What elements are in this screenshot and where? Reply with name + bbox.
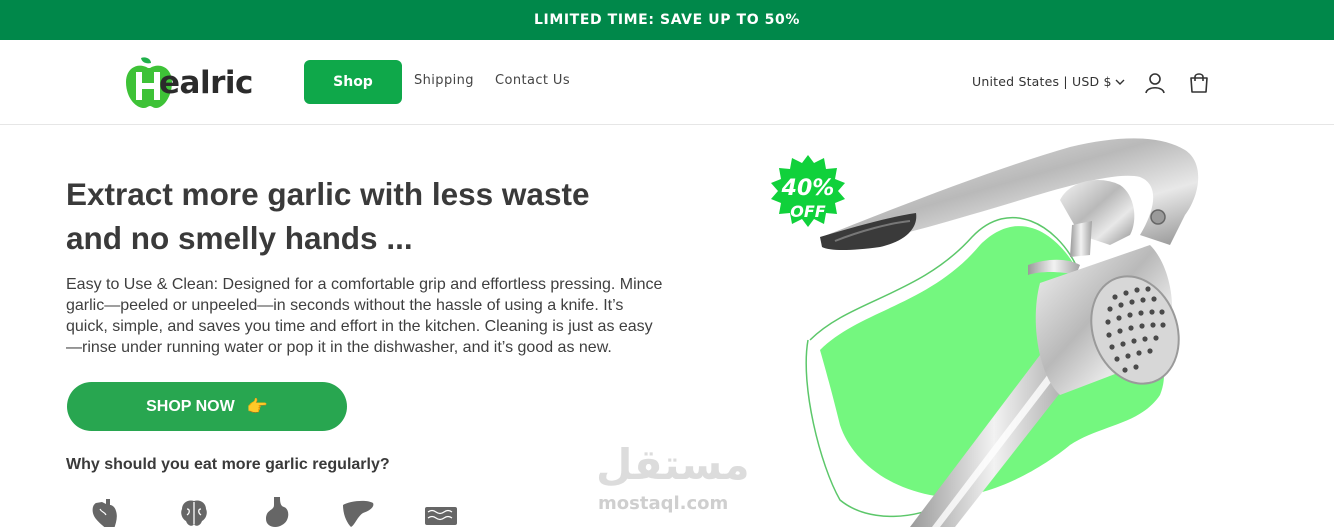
shop-now-label: SHOP NOW xyxy=(146,397,235,415)
account-icon[interactable] xyxy=(1143,71,1167,95)
site-header: ealric Shop Shipping Contact Us United S… xyxy=(0,40,1334,125)
watermark-arabic: مستقل xyxy=(596,440,750,489)
liver-icon xyxy=(343,500,374,527)
watermark-latin: mostaql.com xyxy=(598,493,729,514)
garlic-press-product-image: 40% OFF xyxy=(771,138,1199,527)
locale-selector[interactable]: United States | USD $ xyxy=(972,74,1112,89)
nav-shipping-link[interactable]: Shipping xyxy=(414,73,474,88)
hero-description: Easy to Use & Clean: Designed for a comf… xyxy=(66,276,663,356)
chevron-down-icon[interactable] xyxy=(1114,77,1126,87)
logo-text: ealric xyxy=(159,65,253,101)
discount-badge: 40% OFF xyxy=(771,155,845,227)
nav-contact-link[interactable]: Contact Us xyxy=(495,73,570,88)
stomach-icon xyxy=(266,497,289,527)
intestine-icon xyxy=(425,507,457,525)
headline-line-2: and no smelly hands ... xyxy=(66,220,413,256)
brain-icon xyxy=(181,500,207,526)
badge-percent: 40% xyxy=(781,176,835,201)
logo[interactable]: ealric xyxy=(124,54,269,110)
heart-icon xyxy=(92,499,117,527)
benefits-title: Why should you eat more garlic regularly… xyxy=(66,456,390,473)
nav-shop-button[interactable]: Shop xyxy=(304,60,402,104)
shop-now-button[interactable]: SHOP NOW 👉 xyxy=(67,382,347,431)
cart-icon[interactable] xyxy=(1187,71,1211,95)
announcement-bar: LIMITED TIME: SAVE UP TO 50% xyxy=(0,0,1334,40)
hero-headline: Extract more garlic with less waste and … xyxy=(66,172,666,260)
announcement-text: LIMITED TIME: SAVE UP TO 50% xyxy=(534,12,800,28)
badge-off: OFF xyxy=(790,202,826,221)
pointing-hand-icon: 👉 xyxy=(246,396,268,417)
headline-line-1: Extract more garlic with less waste xyxy=(66,176,590,212)
